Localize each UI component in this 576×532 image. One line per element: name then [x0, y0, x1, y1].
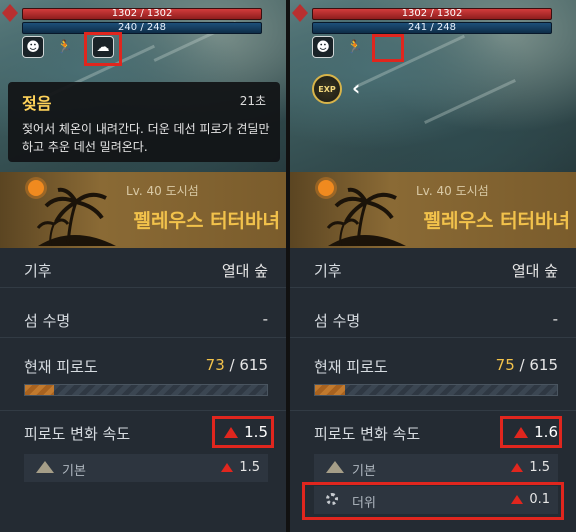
modifier-label: 기본 — [62, 464, 86, 479]
mountain-icon — [36, 461, 54, 473]
lifespan-row: 섬 수명 - — [0, 298, 286, 338]
lifespan-value: - — [552, 310, 558, 328]
wet-buff-highlight — [84, 32, 122, 66]
island-header: Lv. 40 도시섬 펠레우스 터터바녀 — [0, 172, 286, 248]
buff-tooltip: 젖음 21초 젖어서 체온이 내려간다. 더운 데선 피로가 견딜만하고 추운 … — [8, 82, 280, 162]
rate-label: 피로도 변화 속도 — [314, 425, 421, 443]
fatigue-progress-fill — [25, 385, 54, 395]
buff-running-icon[interactable]: 🏃 — [344, 36, 366, 58]
mp-text: 240 / 248 — [118, 22, 166, 33]
fatigue-label: 현재 피로도 — [314, 358, 388, 376]
climate-value: 열대 숲 — [511, 262, 558, 280]
increase-icon — [511, 463, 524, 472]
fatigue-max: / 615 — [229, 356, 268, 374]
lifespan-label: 섬 수명 — [24, 312, 71, 330]
heat-modifier-highlight — [302, 482, 564, 520]
island-name: 펠레우스 터터바녀 — [133, 210, 280, 232]
mp-bar: 241 / 248 — [312, 22, 552, 34]
buff-temperature-icon[interactable]: ☻ — [312, 36, 334, 58]
lifespan-label: 섬 수명 — [314, 312, 361, 330]
palm-tree-icon — [326, 187, 406, 247]
tooltip-description: 젖어서 체온이 내려간다. 더운 데선 피로가 견딜만하고 추운 데선 밀려온다… — [22, 122, 270, 154]
hp-text: 1302 / 1302 — [401, 8, 463, 19]
climate-label: 기후 — [314, 262, 342, 280]
fatigue-row: 현재 피로도 75 / 615 — [290, 344, 576, 384]
climate-label: 기후 — [24, 262, 52, 280]
rate-label: 피로도 변화 속도 — [24, 425, 131, 443]
palm-tree-icon — [36, 187, 116, 247]
right-panel: 1302 / 1302 241 / 248 ☻ 🏃 EXP ‹ Lv. 40 도… — [290, 0, 576, 532]
fatigue-value: 73 / 615 — [206, 356, 268, 374]
fatigue-label: 현재 피로도 — [24, 358, 98, 376]
modifier-value: 1.5 — [221, 460, 260, 475]
mp-bar: 240 / 248 — [22, 22, 262, 34]
climate-row: 기후 열대 숲 — [290, 248, 576, 288]
island-name: 펠레우스 터터바녀 — [423, 210, 570, 232]
climate-row: 기후 열대 숲 — [0, 248, 286, 288]
modifier-value: 1.5 — [511, 460, 550, 475]
fatigue-current: 75 — [495, 356, 515, 374]
mountain-icon — [326, 461, 344, 473]
removed-buff-highlight — [372, 34, 404, 62]
fatigue-current: 73 — [205, 356, 225, 374]
left-panel: 1302 / 1302 240 / 248 ☻ 🏃 ☁ 젖음 21초 젖어서 체… — [0, 0, 286, 532]
climate-value: 열대 숲 — [221, 262, 268, 280]
modifier-label: 기본 — [352, 464, 376, 479]
modifier-row: 기본 1.5 — [24, 454, 268, 482]
hp-bar: 1302 / 1302 — [312, 8, 552, 20]
rate-highlight — [500, 416, 562, 448]
buff-temperature-icon[interactable]: ☻ — [22, 36, 44, 58]
island-level: Lv. 40 도시섬 — [416, 184, 489, 198]
buff-running-icon[interactable]: 🏃 — [54, 36, 76, 58]
tooltip-title: 젖음 — [22, 94, 52, 113]
hp-text: 1302 / 1302 — [111, 8, 173, 19]
fatigue-progress-bar — [24, 384, 268, 396]
lifespan-value: - — [262, 310, 268, 328]
modifier-row: 기본 1.5 — [314, 454, 558, 482]
tooltip-duration: 21초 — [239, 94, 266, 108]
increase-icon — [221, 463, 234, 472]
fatigue-progress-fill — [315, 385, 345, 395]
mp-text: 241 / 248 — [408, 22, 456, 33]
island-header: Lv. 40 도시섬 펠레우스 터터바녀 — [290, 172, 576, 248]
hp-bar: 1302 / 1302 — [22, 8, 262, 20]
rate-highlight — [212, 416, 274, 448]
fatigue-max: / 615 — [519, 356, 558, 374]
fatigue-progress-bar — [314, 384, 558, 396]
exp-badge[interactable]: EXP — [312, 74, 342, 104]
fatigue-value: 75 / 615 — [496, 356, 558, 374]
lifespan-row: 섬 수명 - — [290, 298, 576, 338]
chevron-left-icon[interactable]: ‹ — [352, 76, 360, 100]
fatigue-row: 현재 피로도 73 / 615 — [0, 344, 286, 384]
island-level: Lv. 40 도시섬 — [126, 184, 199, 198]
